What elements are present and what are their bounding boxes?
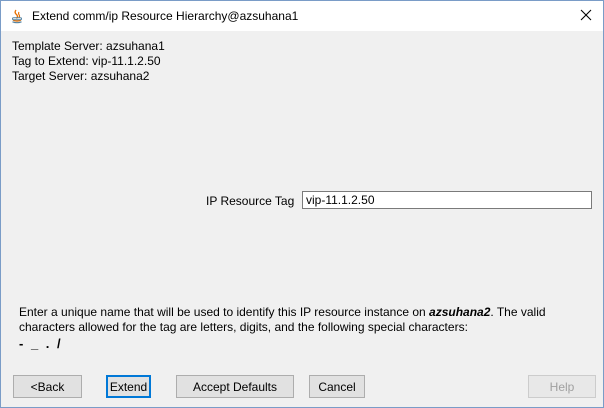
ip-resource-tag-input[interactable] bbox=[302, 191, 592, 209]
java-app-icon bbox=[9, 8, 25, 24]
target-server-text: Target Server: azsuhana2 bbox=[12, 69, 150, 83]
title-bar: Extend comm/ip Resource Hierarchy@azsuha… bbox=[1, 1, 603, 31]
help-text: Enter a unique name that will be used to… bbox=[19, 305, 589, 335]
close-icon bbox=[580, 9, 592, 24]
accept-defaults-button[interactable]: Accept Defaults bbox=[176, 375, 294, 398]
window-title: Extend comm/ip Resource Hierarchy@azsuha… bbox=[32, 9, 299, 23]
help-text-prefix: Enter a unique name that will be used to… bbox=[19, 305, 430, 319]
extend-button[interactable]: Extend bbox=[106, 375, 151, 398]
dialog-content: Template Server: azsuhana1 Tag to Extend… bbox=[1, 31, 603, 407]
dialog-window: Extend comm/ip Resource Hierarchy@azsuha… bbox=[0, 0, 604, 408]
close-button[interactable] bbox=[569, 1, 603, 31]
template-server-text: Template Server: azsuhana1 bbox=[12, 39, 165, 53]
back-button[interactable]: <Back bbox=[13, 375, 82, 398]
cancel-button[interactable]: Cancel bbox=[309, 375, 365, 398]
ip-resource-tag-label: IP Resource Tag bbox=[206, 194, 295, 208]
help-text-server: azsuhana2 bbox=[429, 305, 491, 319]
special-characters: - _ . / bbox=[19, 336, 63, 351]
tag-to-extend-text: Tag to Extend: vip-11.1.2.50 bbox=[12, 54, 161, 68]
help-button[interactable]: Help bbox=[528, 375, 596, 398]
